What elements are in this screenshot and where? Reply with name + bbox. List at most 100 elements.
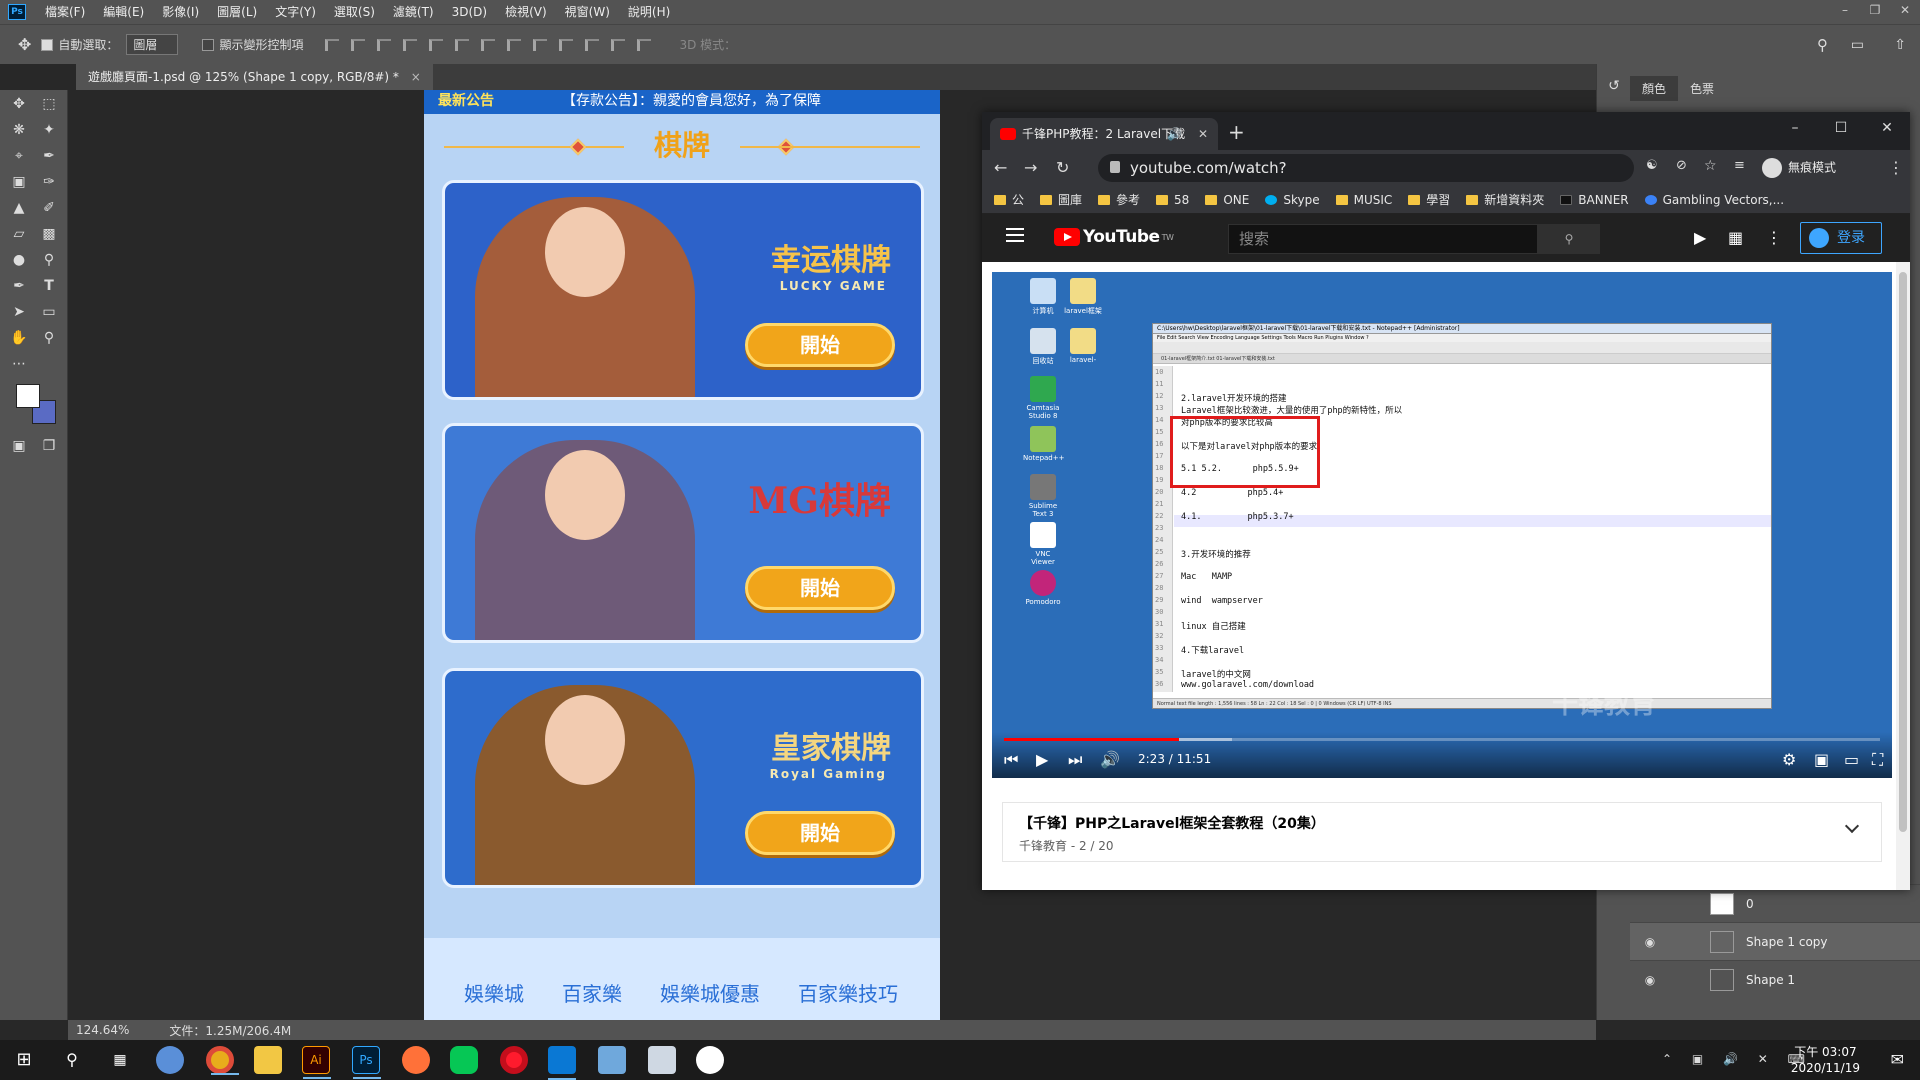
move-tool-icon[interactable]: ✥ — [18, 35, 31, 54]
miniplayer-icon[interactable]: ▣ — [1814, 750, 1829, 769]
layer-row[interactable]: ◉ Shape 1 — [1630, 960, 1920, 998]
minimize-icon[interactable]: – — [1772, 112, 1818, 144]
history-panel-icon[interactable]: ↺ — [1603, 76, 1625, 96]
auto-select-checkbox[interactable] — [41, 38, 54, 51]
bookmark-item[interactable]: 58 — [1156, 193, 1189, 207]
bookmark-item[interactable]: 公 — [994, 191, 1024, 208]
forward-arrow-icon[interactable]: → — [1024, 158, 1037, 177]
login-button[interactable]: 登录 — [1800, 222, 1882, 254]
auto-select-dropdown[interactable]: 圖層 — [126, 34, 179, 55]
minimize-icon[interactable]: – — [1830, 0, 1860, 20]
maximize-icon[interactable]: ☐ — [1818, 112, 1864, 144]
media-control-icon[interactable]: ≡ — [1734, 158, 1745, 173]
search-icon[interactable]: ⚲ — [58, 1046, 86, 1074]
auto-align-icon[interactable] — [637, 38, 652, 51]
close-icon[interactable]: ✕ — [1864, 112, 1910, 144]
nav-link-baccarat[interactable]: 百家樂 — [562, 978, 622, 1007]
type-tool-icon[interactable]: T — [38, 276, 60, 296]
fullscreen-icon[interactable]: ⛶ — [1872, 750, 1883, 770]
menu-3d[interactable]: 3D(D) — [443, 0, 496, 24]
notification-icon[interactable]: ✉ — [1891, 1050, 1904, 1069]
lock-icon[interactable] — [1110, 161, 1120, 173]
stamp-tool-icon[interactable]: ▲ — [8, 198, 30, 218]
vscode-icon[interactable] — [548, 1046, 576, 1080]
history-brush-tool-icon[interactable]: ✐ — [38, 198, 60, 218]
close-icon[interactable]: ✕ — [1198, 118, 1208, 150]
screen-mode-icon[interactable]: ❐ — [38, 436, 60, 456]
eraser-tool-icon[interactable]: ▱ — [8, 224, 30, 244]
foreground-color-swatch[interactable] — [16, 384, 40, 408]
menu-window[interactable]: 視窗(W) — [556, 0, 619, 24]
compass-app-icon[interactable] — [696, 1046, 724, 1074]
windows-start-icon[interactable]: ⊞ — [10, 1046, 38, 1074]
menu-help[interactable]: 說明(H) — [619, 0, 679, 24]
previous-icon[interactable]: ⏮ — [1004, 750, 1018, 770]
menu-image[interactable]: 影像(I) — [153, 0, 208, 24]
menu-view[interactable]: 檢視(V) — [496, 0, 556, 24]
align-right-icon[interactable] — [455, 38, 470, 51]
nav-link-promotions[interactable]: 娛樂城優惠 — [660, 978, 760, 1007]
pen-tool-icon[interactable]: ✒ — [8, 276, 30, 296]
search-input[interactable]: 搜索 — [1228, 224, 1538, 254]
chrome-icon[interactable] — [206, 1046, 239, 1075]
generic-app-icon[interactable] — [598, 1046, 626, 1074]
hand-tool-icon[interactable]: ✋ — [8, 328, 30, 348]
start-button[interactable]: 開始 — [745, 811, 895, 855]
next-icon[interactable]: ⏭ — [1068, 750, 1082, 770]
scrollbar-thumb[interactable] — [1899, 272, 1907, 832]
progress-bar[interactable] — [1004, 738, 1880, 741]
search-button[interactable]: ⚲ — [1538, 224, 1600, 254]
more-menu-icon[interactable]: ⋮ — [1888, 158, 1904, 177]
close-icon[interactable]: × — [411, 70, 421, 84]
task-view-icon[interactable]: ▦ — [106, 1046, 134, 1074]
distribute-hcenter-icon[interactable] — [585, 38, 600, 51]
move-tool-icon[interactable]: ✥ — [8, 94, 30, 114]
bookmark-item[interactable]: MUSIC — [1335, 193, 1392, 207]
back-arrow-icon[interactable]: ← — [994, 158, 1007, 177]
menu-type[interactable]: 文字(Y) — [266, 0, 325, 24]
menu-edit[interactable]: 編輯(E) — [94, 0, 153, 24]
menu-layer[interactable]: 圖層(L) — [208, 0, 266, 24]
crop-tool-icon[interactable]: ⌖ — [8, 146, 30, 166]
settings-dots-icon[interactable]: ⋮ — [1766, 228, 1782, 247]
frame-tool-icon[interactable]: ▣ — [8, 172, 30, 192]
reload-icon[interactable]: ↻ — [1056, 158, 1069, 177]
align-top-icon[interactable] — [325, 38, 340, 51]
bookmark-item[interactable]: 參考 — [1098, 191, 1140, 208]
menu-file[interactable]: 檔案(F) — [36, 0, 94, 24]
layer-row[interactable]: ◉ Shape 1 copy — [1630, 922, 1920, 960]
search-icon[interactable]: ⚲ — [1817, 36, 1828, 54]
eyedropper-tool-icon[interactable]: ✒ — [38, 146, 60, 166]
playlist-panel[interactable]: 【千锋】PHP之Laravel框架全套教程（20集） 千锋教育 - 2 / 20 — [1002, 802, 1882, 862]
play-icon[interactable]: ▶ — [1036, 750, 1048, 769]
game-card-mg[interactable]: MG棋牌 開始 — [442, 423, 924, 643]
restore-icon[interactable]: ❐ — [1860, 0, 1890, 20]
zoom-tool-icon[interactable]: ⚲ — [38, 328, 60, 348]
auto-select-toggle[interactable]: 自動選取： 圖層 — [41, 34, 179, 55]
align-bottom-icon[interactable] — [377, 38, 392, 51]
lasso-tool-icon[interactable]: ❋ — [8, 120, 30, 140]
new-tab-icon[interactable]: + — [1228, 120, 1245, 144]
bookmark-item[interactable]: Gambling Vectors,... — [1644, 193, 1784, 207]
quick-select-tool-icon[interactable]: ✦ — [38, 120, 60, 140]
eye-icon[interactable]: ◉ — [1630, 935, 1670, 949]
firefox-icon[interactable] — [402, 1046, 430, 1074]
gradient-tool-icon[interactable]: ▩ — [38, 224, 60, 244]
align-vcenter-icon[interactable] — [351, 38, 366, 51]
page-scrollbar[interactable] — [1896, 262, 1910, 890]
apps-grid-icon[interactable]: ▦ — [1728, 228, 1743, 247]
opera-icon[interactable] — [500, 1046, 528, 1074]
browser-tab[interactable]: 千锋PHP教程：2 Laravel下载 🔊 ✕ — [990, 118, 1218, 150]
tab-swatches[interactable]: 色票 — [1678, 76, 1726, 101]
menu-select[interactable]: 選取(S) — [325, 0, 384, 24]
distribute-vcenter-icon[interactable] — [507, 38, 522, 51]
align-hcenter-icon[interactable] — [429, 38, 444, 51]
blur-tool-icon[interactable]: ● — [8, 250, 30, 270]
rectangle-tool-icon[interactable]: ▭ — [38, 302, 60, 322]
game-card-lucky[interactable]: 幸运棋牌 LUCKY GAME 開始 — [442, 180, 924, 400]
file-explorer-icon[interactable] — [254, 1046, 282, 1074]
bookmark-item[interactable]: 學習 — [1408, 191, 1450, 208]
transform-controls-checkbox[interactable] — [202, 38, 215, 51]
illustrator-icon[interactable]: Ai — [302, 1046, 331, 1079]
bookmark-item[interactable]: ONE — [1205, 193, 1249, 207]
